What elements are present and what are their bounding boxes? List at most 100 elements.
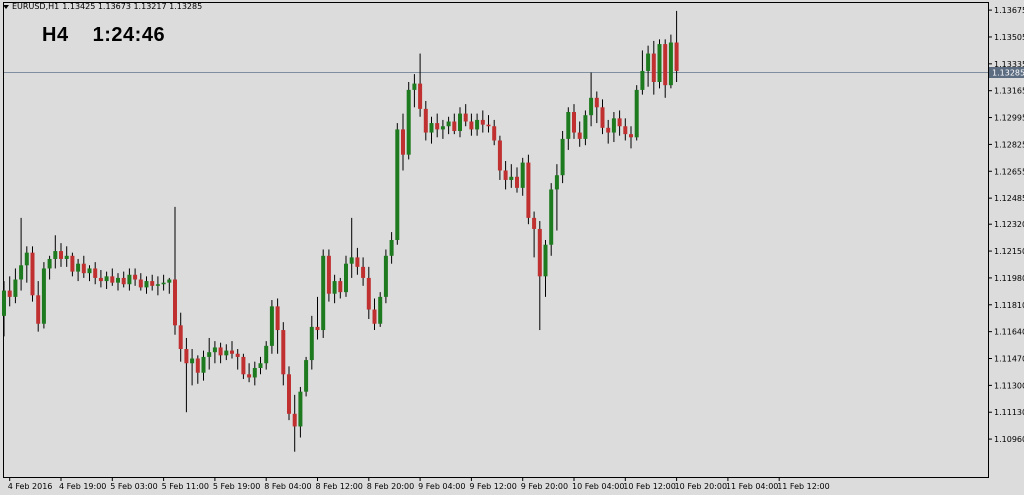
candle xyxy=(349,217,354,278)
candle xyxy=(201,350,206,381)
price-chart[interactable]: 1.136751.135051.133351.131651.129951.128… xyxy=(0,0,1024,495)
bear-candle-body xyxy=(30,252,35,296)
time-tick-label: 4 Feb 2016 xyxy=(8,482,53,491)
time-tick-label: 9 Feb 20:00 xyxy=(521,482,568,491)
bull-candle-body xyxy=(458,113,462,131)
candle xyxy=(241,353,246,380)
bull-candle-body xyxy=(212,347,217,353)
candle xyxy=(110,268,115,286)
candle xyxy=(133,268,138,286)
candle xyxy=(292,394,297,452)
bear-candle-body xyxy=(480,119,485,125)
time-tick-label: 11 Feb 12:00 xyxy=(777,482,829,491)
candle xyxy=(412,74,417,108)
bear-candle-body xyxy=(98,277,103,282)
price-tick-label: 1.11640 xyxy=(994,328,1024,337)
bull-candle-body xyxy=(429,123,434,133)
candle xyxy=(537,221,542,331)
candle xyxy=(304,356,309,397)
price-tick-label: 1.11810 xyxy=(994,301,1024,310)
candle xyxy=(640,50,645,95)
bear-candle-body xyxy=(150,281,155,286)
bull-candle-body xyxy=(640,70,645,90)
bull-candle-body xyxy=(87,268,92,274)
price-tick-label: 1.11300 xyxy=(994,381,1024,390)
candle xyxy=(600,99,605,135)
bull-candle-body xyxy=(224,350,229,356)
bear-candle-body xyxy=(617,118,622,127)
candle xyxy=(167,277,172,294)
time-axis[interactable]: 4 Feb 2016 4 Feb 19:00 5 Feb 03:00 5 Feb 11… xyxy=(8,477,830,491)
candle xyxy=(418,53,423,117)
bear-candle-body xyxy=(532,217,537,229)
bull-candle-body xyxy=(258,363,263,368)
bull-candle-body xyxy=(47,258,52,269)
timer-timeframe: H4 xyxy=(42,24,69,46)
candle xyxy=(59,243,63,267)
bear-candle-body xyxy=(515,176,519,188)
candle xyxy=(81,255,86,278)
bear-candle-body xyxy=(503,170,508,180)
time-tick-label: 11 Feb 04:00 xyxy=(726,482,778,491)
bull-candle-body xyxy=(509,176,514,180)
bull-candle-body xyxy=(309,326,314,361)
bull-candle-body xyxy=(566,112,571,139)
candle xyxy=(218,342,223,364)
candle xyxy=(150,274,155,291)
dropdown-triangle-icon[interactable] xyxy=(3,4,9,9)
bull-candle-body xyxy=(549,189,554,245)
bull-candle-body xyxy=(611,118,616,133)
bull-candle-body xyxy=(646,53,651,71)
candle xyxy=(401,113,405,171)
candle xyxy=(492,119,497,146)
candle xyxy=(355,247,360,275)
bull-candle-body xyxy=(560,138,565,176)
time-tick-label: 5 Feb 03:00 xyxy=(110,482,157,491)
price-tick-label: 1.13505 xyxy=(994,33,1024,42)
candle xyxy=(463,104,468,127)
chart-header: EURUSD,H1 1.13425 1.13673 1.13217 1.1328… xyxy=(3,2,202,11)
price-axis[interactable]: 1.136751.135051.133351.131651.129951.128… xyxy=(988,6,1024,444)
candle xyxy=(583,110,588,146)
candle xyxy=(7,276,12,307)
bull-candle-body xyxy=(440,126,445,130)
candle xyxy=(53,235,58,269)
candle xyxy=(138,273,143,291)
bear-candle-body xyxy=(366,277,371,310)
candle xyxy=(190,349,195,386)
candle xyxy=(532,211,537,258)
bull-candle-body xyxy=(144,281,149,288)
time-tick-label: 10 Feb 20:00 xyxy=(675,482,727,491)
candle xyxy=(87,265,92,282)
candle xyxy=(668,34,673,89)
candle xyxy=(338,277,343,299)
price-tick-label: 1.12655 xyxy=(994,167,1024,176)
bear-candle-body xyxy=(492,126,497,141)
candle xyxy=(594,91,599,124)
bull-candle-body xyxy=(264,345,269,364)
bull-candle-body xyxy=(406,89,411,155)
bear-candle-body xyxy=(651,53,656,82)
candle xyxy=(577,121,582,147)
bear-candle-body xyxy=(70,255,75,272)
candle xyxy=(47,255,52,280)
bear-candle-body xyxy=(629,134,633,138)
bear-candle-body xyxy=(59,251,63,259)
bull-candle-body xyxy=(298,391,303,427)
bear-candle-body xyxy=(138,279,143,288)
candle xyxy=(440,119,445,139)
time-tick-label: 10 Feb 04:00 xyxy=(572,482,624,491)
bull-candle-body xyxy=(634,89,639,138)
bull-candle-body xyxy=(207,352,212,357)
bear-candle-body xyxy=(594,97,599,108)
candle xyxy=(332,274,337,304)
bear-candle-body xyxy=(600,107,605,128)
candle xyxy=(41,262,46,329)
bull-candle-body xyxy=(19,265,24,280)
bear-candle-body xyxy=(133,274,138,280)
candle xyxy=(372,298,377,331)
candle xyxy=(76,258,81,282)
bear-candle-body xyxy=(572,112,576,133)
bull-candle-body xyxy=(332,281,337,294)
bull-candle-body xyxy=(104,276,109,282)
